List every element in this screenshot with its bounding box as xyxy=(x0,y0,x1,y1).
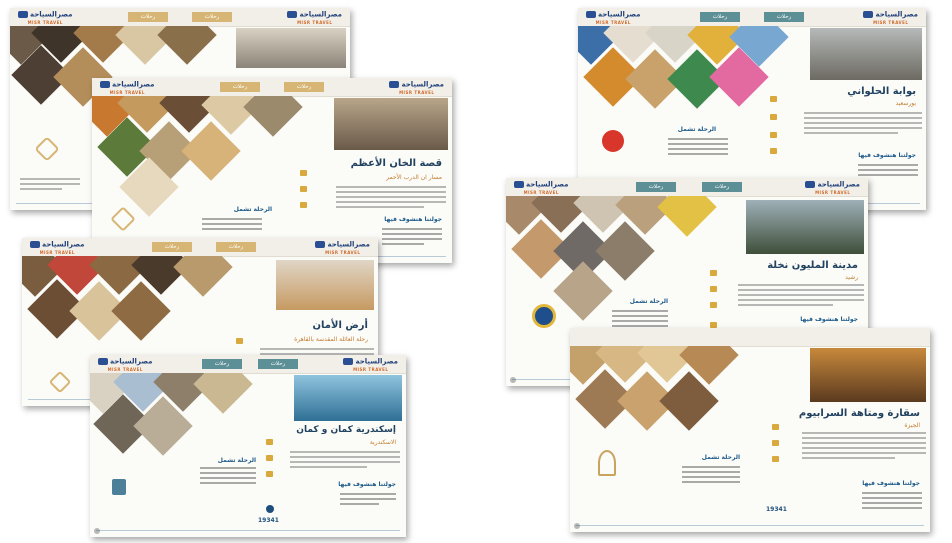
trip-title: أرض الأمان xyxy=(312,320,368,331)
includes-section-heading: الرحلة تشمل xyxy=(677,126,716,133)
nav-trips-button[interactable]: رحلات xyxy=(258,359,298,369)
brand-logo: مصرالسياحة MISR TRAVEL xyxy=(315,241,370,256)
trip-subtitle: مسار ان الدرب الأحمر xyxy=(386,174,442,181)
brochure-header xyxy=(570,328,930,347)
brochure-header: مصرالسياحة MISR TRAVEL مصرالسياحة MISR TRA… xyxy=(10,8,350,27)
photo-collage xyxy=(90,373,290,483)
ornament-emblem xyxy=(602,130,624,152)
nav-trips-button[interactable]: رحلات xyxy=(636,182,676,192)
photo-collage xyxy=(92,96,322,226)
trip-title: قصة الخان الأعظم xyxy=(350,158,442,169)
ornament-emblem xyxy=(34,136,60,162)
nav-trips-button[interactable]: رحلات xyxy=(202,359,242,369)
brand-logo: مصرالسياحة MISR TRAVEL xyxy=(863,11,918,26)
phone-icon xyxy=(266,505,274,513)
includes-section-heading: الرحلة تشمل xyxy=(701,454,740,461)
hotline-number: 19341 xyxy=(258,517,279,524)
tour-section-heading: جولتنا هنشوف فيها xyxy=(858,152,916,159)
brand-logo: مصرالسياحة MISR TRAVEL xyxy=(18,11,73,26)
brochure-header: مصرالسياحة MISR TRAVEL مصرالسياحة MISR TRA… xyxy=(90,355,406,374)
ornament-emblem xyxy=(532,304,556,328)
includes-section-heading: الرحلة تشمل xyxy=(217,457,256,464)
brochure-header: مصرالسياحة MISR TRAVEL مصرالسياحة MISR TRA… xyxy=(92,78,452,97)
trip-subtitle: رشيد xyxy=(845,274,858,281)
brochure-sheet-7: سقارة ومتاهة السرابيوم الجيزة الرحلة تشم… xyxy=(570,328,930,532)
header-photo xyxy=(294,375,402,421)
nav-trips-button[interactable]: رحلات xyxy=(192,12,232,22)
brand-logo: مصرالسياحة MISR TRAVEL xyxy=(30,241,85,256)
brochure-header: مصرالسياحة MISR TRAVEL مصرالسياحة MISR TRA… xyxy=(22,238,378,257)
trip-title: إسكندرية كمان و كمان xyxy=(296,425,396,435)
brand-logo: مصرالسياحة MISR TRAVEL xyxy=(98,358,153,373)
brand-logo: مصرالسياحة MISR TRAVEL xyxy=(287,11,342,26)
tour-section-heading: جولتنا هنشوف فيها xyxy=(338,481,396,488)
ornament-emblem xyxy=(112,479,126,495)
trip-title: مدينة المليون نخلة xyxy=(767,260,858,271)
brand-logo: مصرالسياحة MISR TRAVEL xyxy=(389,81,444,96)
header-photo xyxy=(810,28,922,80)
nav-trips-button[interactable]: رحلات xyxy=(216,242,256,252)
brand-logo: مصرالسياحة MISR TRAVEL xyxy=(343,358,398,373)
trip-title: سقارة ومتاهة السرابيوم xyxy=(798,408,920,419)
brand-logo: مصرالسياحة MISR TRAVEL xyxy=(100,81,155,96)
brand-logo: مصرالسياحة MISR TRAVEL xyxy=(805,181,860,196)
brochure-header: مصرالسياحة MISR TRAVEL مصرالسياحة MISR TRA… xyxy=(506,178,868,197)
header-photo xyxy=(746,200,864,254)
includes-section-heading: الرحلة تشمل xyxy=(629,298,668,305)
nav-trips-button[interactable]: رحلات xyxy=(702,182,742,192)
nav-trips-button[interactable]: رحلات xyxy=(128,12,168,22)
tour-section-heading: جولتنا هنشوف فيها xyxy=(384,216,442,223)
tour-section-heading: جولتنا هنشوف فيها xyxy=(800,316,858,323)
header-photo xyxy=(236,28,346,68)
header-photo xyxy=(276,260,374,310)
nav-trips-button[interactable]: رحلات xyxy=(220,82,260,92)
nav-trips-button[interactable]: رحلات xyxy=(764,12,804,22)
trip-subtitle: الاسكندرية xyxy=(369,439,396,446)
trip-title: بوابة الحلواني xyxy=(847,86,916,97)
trip-subtitle: رحلة العائلة المقدسة بالقاهرة xyxy=(294,336,368,343)
nav-trips-button[interactable]: رحلات xyxy=(152,242,192,252)
tour-section-heading: جولتنا هنشوف فيها xyxy=(862,480,920,487)
brand-logo: مصرالسياحة MISR TRAVEL xyxy=(514,181,569,196)
header-photo xyxy=(334,98,448,150)
hotline-number: 19341 xyxy=(766,506,787,513)
nav-trips-button[interactable]: رحلات xyxy=(284,82,324,92)
trip-subtitle: بورسعيد xyxy=(895,100,916,107)
ankh-icon xyxy=(598,450,616,476)
brand-logo: مصرالسياحة MISR TRAVEL xyxy=(586,11,641,26)
brochure-header: مصرالسياحة MISR TRAVEL مصرالسياحة MISR TRA… xyxy=(578,8,926,27)
brochure-sheet-2: مصرالسياحة MISR TRAVEL مصرالسياحة MISR TRA… xyxy=(92,78,452,263)
nav-trips-button[interactable]: رحلات xyxy=(700,12,740,22)
brochure-sheet-4: مصرالسياحة MISR TRAVEL مصرالسياحة MISR TRA… xyxy=(90,355,406,537)
header-photo xyxy=(810,348,926,402)
trip-subtitle: الجيزة xyxy=(904,422,920,429)
includes-section-heading: الرحلة تشمل xyxy=(233,206,272,213)
